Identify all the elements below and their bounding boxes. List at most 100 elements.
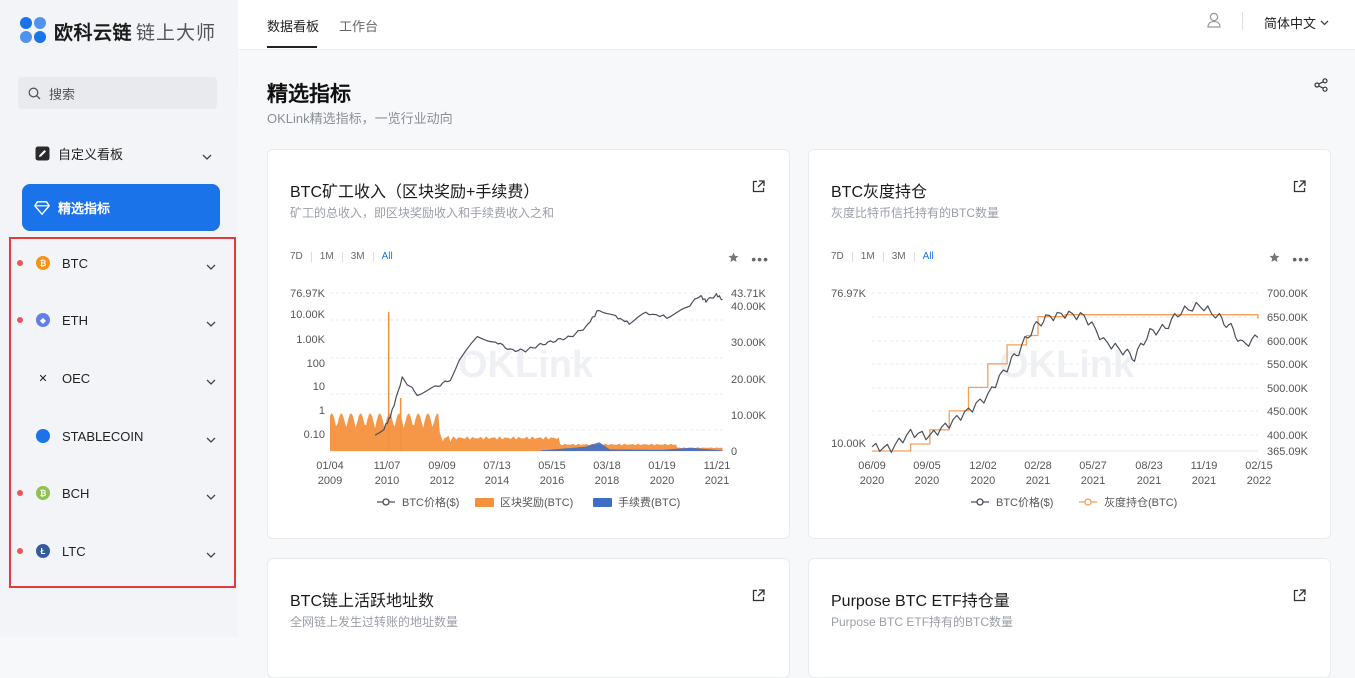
language-selector[interactable]: 简体中文 (1264, 13, 1329, 32)
y-right-tick-label: 0 (731, 446, 737, 458)
x-tick-label: 2020 (971, 475, 995, 487)
y-right-tick-label: 500.00K (1267, 383, 1309, 395)
star-icon[interactable] (728, 250, 739, 268)
range-7d[interactable]: 7D (290, 251, 303, 262)
chevron-down-icon (1320, 20, 1329, 25)
more-options-icon[interactable]: ••• (1292, 252, 1310, 266)
x-tick-label: 01/19 (648, 460, 676, 472)
stablecoin-coin-icon (36, 429, 50, 443)
x-tick-label: 11/19 (1191, 460, 1218, 472)
y-tick-label: 10.00K (290, 309, 326, 321)
external-link-icon[interactable] (752, 589, 765, 607)
brand-logo[interactable]: 欧科云链 链上大师 (20, 16, 216, 46)
x-tick-label: 05/27 (1079, 460, 1107, 472)
status-dot (17, 548, 23, 554)
range-3m[interactable]: 3M (892, 251, 906, 262)
y-right-tick-label: 600.00K (1267, 336, 1309, 348)
time-range-selector: 7D 1M 3M All (290, 251, 393, 262)
status-dot (17, 260, 23, 266)
chain-label: STABLECOIN (62, 428, 144, 444)
card-title: BTC灰度持仓 (831, 184, 928, 201)
y-right-tick-label: 450.00K (1267, 406, 1309, 418)
sidebar-chain-ltc[interactable]: Ł LTC (12, 531, 234, 571)
y-tick-label: 0.10 (304, 429, 325, 441)
language-label: 简体中文 (1264, 16, 1317, 31)
legend-label: 灰度持仓(BTC) (1104, 495, 1177, 509)
chart-miner-revenue: OKLink 76.97K 10.00K 1.00K 100 10 1 0.10 43.71K4… (290, 288, 767, 509)
brand-name: 欧科云链 (54, 22, 133, 44)
y-tick-label: 10.00K (831, 438, 867, 450)
external-link-icon[interactable] (752, 180, 765, 198)
x-tick-label: 11/21 (704, 460, 731, 472)
status-dot (17, 490, 23, 496)
active-tab-indicator (267, 46, 317, 48)
range-7d[interactable]: 7D (831, 251, 844, 262)
chevron-down-icon (206, 258, 216, 273)
tab-workbench[interactable]: 工作台 (339, 16, 378, 35)
sidebar-item-custom-board[interactable]: 自定义看板 (22, 130, 220, 176)
legend-label: BTC价格($) (402, 495, 459, 509)
y-right-tick-label: 30.00K (731, 337, 767, 349)
x-tick-label: 2014 (485, 475, 509, 487)
sidebar-chain-btc[interactable]: ₿ BTC (12, 243, 234, 283)
x-tick-label: 07/13 (483, 460, 511, 472)
eth-coin-icon: ◆ (36, 313, 50, 327)
sidebar-chain-stablecoin[interactable]: STABLECOIN (12, 416, 234, 456)
legend-swatch (475, 498, 494, 507)
sidebar-chain-oec[interactable]: ✕ OEC (12, 358, 234, 398)
card-subtitle: 灰度比特币信托持有的BTC数量 (831, 206, 1000, 220)
brand-subtitle: 链上大师 (136, 22, 217, 44)
ltc-coin-icon: Ł (36, 544, 50, 558)
time-range-selector: 7D 1M 3M All (831, 251, 934, 262)
chart-card-purpose-etf: Purpose BTC ETF持仓量 Purpose BTC ETF持有的BTC… (808, 558, 1331, 678)
x-tick-label: 2022 (1247, 475, 1271, 487)
chevron-down-icon (206, 315, 216, 330)
chevron-down-icon (206, 431, 216, 446)
card-title: BTC矿工收入（区块奖励+手续费） (290, 184, 540, 201)
x-tick-label: 01/04 (316, 460, 344, 472)
oec-coin-icon: ✕ (38, 372, 48, 385)
x-tick-label: 2016 (540, 475, 564, 487)
chart-card-grayscale-holdings: BTC灰度持仓 灰度比特币信托持有的BTC数量 7D 1M 3M All •••… (808, 149, 1331, 539)
chain-label: OEC (62, 370, 91, 386)
x-tick-label: 2009 (318, 475, 342, 487)
sidebar-chain-bch[interactable]: ₿ BCH (12, 473, 234, 513)
range-1m[interactable]: 1M (320, 251, 334, 262)
x-tick-label: 08/23 (1135, 460, 1163, 472)
x-tick-label: 2020 (650, 475, 674, 487)
x-tick-label: 2018 (595, 475, 619, 487)
legend-label: BTC价格($) (996, 495, 1053, 509)
share-icon[interactable] (1314, 78, 1328, 97)
external-link-icon[interactable] (1293, 589, 1306, 607)
x-tick-label: 2021 (705, 475, 729, 487)
sidebar-chain-eth[interactable]: ◆ ETH (12, 300, 234, 340)
range-1m[interactable]: 1M (861, 251, 875, 262)
chain-label: ETH (62, 312, 88, 328)
y-tick-label: 1.00K (296, 334, 325, 346)
y-right-tick-label: 365.09K (1267, 446, 1309, 458)
card-title: Purpose BTC ETF持仓量 (831, 593, 1010, 610)
watermark: OKLink (458, 344, 594, 386)
more-options-icon[interactable]: ••• (751, 252, 769, 266)
range-3m[interactable]: 3M (351, 251, 365, 262)
search-input[interactable]: 搜索 (18, 77, 217, 109)
top-bar: 数据看板 工作台 简体中文 (238, 0, 1355, 50)
star-icon[interactable] (1269, 250, 1280, 268)
y-tick-label: 76.97K (290, 288, 326, 300)
tab-dashboard[interactable]: 数据看板 (267, 16, 319, 35)
range-all[interactable]: All (382, 251, 393, 262)
diamond-icon (34, 200, 50, 216)
x-tick-label: 2020 (915, 475, 939, 487)
external-link-icon[interactable] (1293, 180, 1306, 198)
y-right-tick-label: 40.00K (731, 301, 767, 313)
legend-swatch (382, 498, 390, 506)
sidebar-item-selected-indicators[interactable]: 精选指标 (22, 184, 220, 231)
x-tick-label: 2020 (860, 475, 884, 487)
x-tick-label: 02/15 (1245, 460, 1273, 472)
page-title: 精选指标 (267, 83, 351, 106)
card-title: BTC链上活跃地址数 (290, 593, 435, 610)
range-all[interactable]: All (923, 251, 934, 262)
user-icon[interactable] (1207, 12, 1221, 33)
legend-swatch (593, 498, 612, 507)
x-tick-label: 2021 (1192, 475, 1216, 487)
